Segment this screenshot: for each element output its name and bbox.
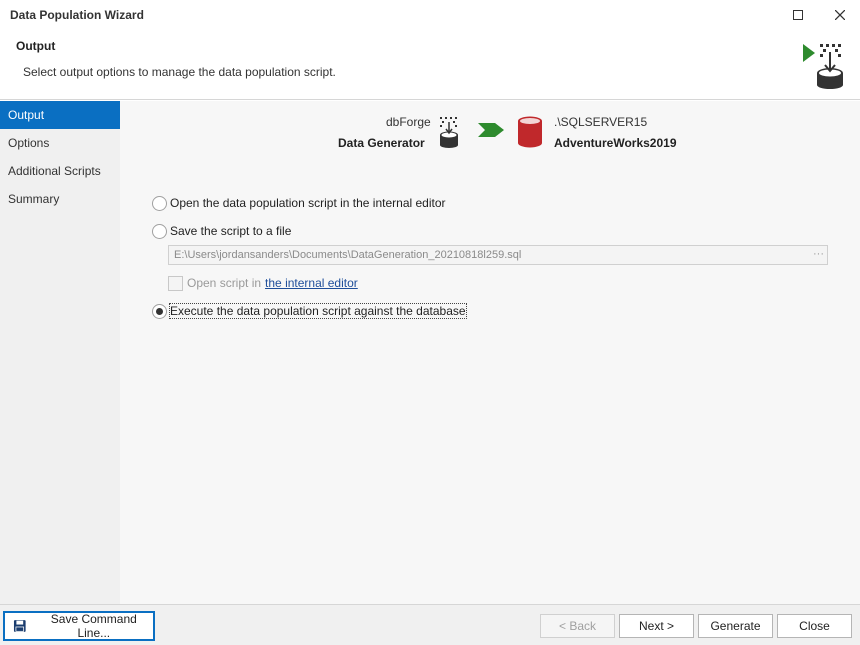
- source-title: Data Generator: [338, 136, 425, 150]
- database-cylinder-icon: [518, 116, 542, 148]
- close-window-button[interactable]: [829, 5, 851, 25]
- sidebar-item-additional-scripts[interactable]: Additional Scripts: [0, 157, 120, 185]
- maximize-button[interactable]: [787, 5, 809, 25]
- sidebar-item-output[interactable]: Output: [0, 101, 120, 129]
- open-script-option: Open script in the internal editor: [168, 274, 358, 292]
- execute-radio[interactable]: [152, 303, 167, 319]
- open-script-checkbox[interactable]: [168, 275, 183, 291]
- floppy-disk-icon: [13, 620, 26, 632]
- maximize-icon: [793, 10, 803, 20]
- radio-selected-dot: [156, 307, 163, 315]
- sidebar-item-options[interactable]: Options: [0, 129, 120, 157]
- save-to-file-label: Save the script to a file: [170, 224, 292, 238]
- open-script-label: Open script in: [187, 276, 262, 290]
- next-button[interactable]: Next >: [619, 614, 694, 638]
- title-bar: Data Population Wizard: [0, 0, 860, 30]
- browse-button[interactable]: ···: [810, 246, 827, 264]
- data-generator-icon: [440, 117, 458, 148]
- green-chevron-arrow-icon: [478, 123, 504, 137]
- save-command-line-button[interactable]: Save Command Line...: [3, 611, 155, 641]
- open-in-editor-radio[interactable]: [152, 195, 167, 211]
- execute-option[interactable]: Execute the data population script again…: [152, 302, 467, 320]
- page-title: Output: [16, 39, 56, 53]
- file-path-input[interactable]: [168, 245, 828, 265]
- open-in-editor-option[interactable]: Open the data population script in the i…: [152, 194, 446, 212]
- open-in-editor-label: Open the data population script in the i…: [170, 196, 446, 210]
- generate-button[interactable]: Generate: [698, 614, 773, 638]
- save-to-file-radio[interactable]: [152, 223, 167, 239]
- back-button[interactable]: < Back: [540, 614, 615, 638]
- target-database: AdventureWorks2019: [554, 136, 677, 150]
- source-target-flow: dbForge Data Generator .\SQLSERVER15 Adv…: [120, 101, 860, 161]
- internal-editor-link[interactable]: the internal editor: [265, 276, 358, 290]
- execute-label: Execute the data population script again…: [169, 303, 467, 319]
- save-to-file-option[interactable]: Save the script to a file: [152, 222, 291, 240]
- close-icon: [835, 10, 845, 20]
- sidebar-item-summary[interactable]: Summary: [0, 185, 120, 213]
- target-server: .\SQLSERVER15: [554, 115, 648, 129]
- save-command-line-label: Save Command Line...: [50, 612, 137, 640]
- wizard-footer: Save Command Line... < Back Next > Gener…: [0, 604, 860, 645]
- wizard-steps-sidebar: Output Options Additional Scripts Summar…: [0, 101, 120, 604]
- page-header: Output Select output options to manage t…: [0, 30, 860, 100]
- main-content: dbForge Data Generator .\SQLSERVER15 Adv…: [120, 101, 860, 604]
- source-name: dbForge: [386, 115, 431, 129]
- data-generator-download-icon: [803, 44, 843, 89]
- close-button[interactable]: Close: [777, 614, 852, 638]
- window-title: Data Population Wizard: [10, 8, 144, 22]
- page-description: Select output options to manage the data…: [23, 65, 336, 79]
